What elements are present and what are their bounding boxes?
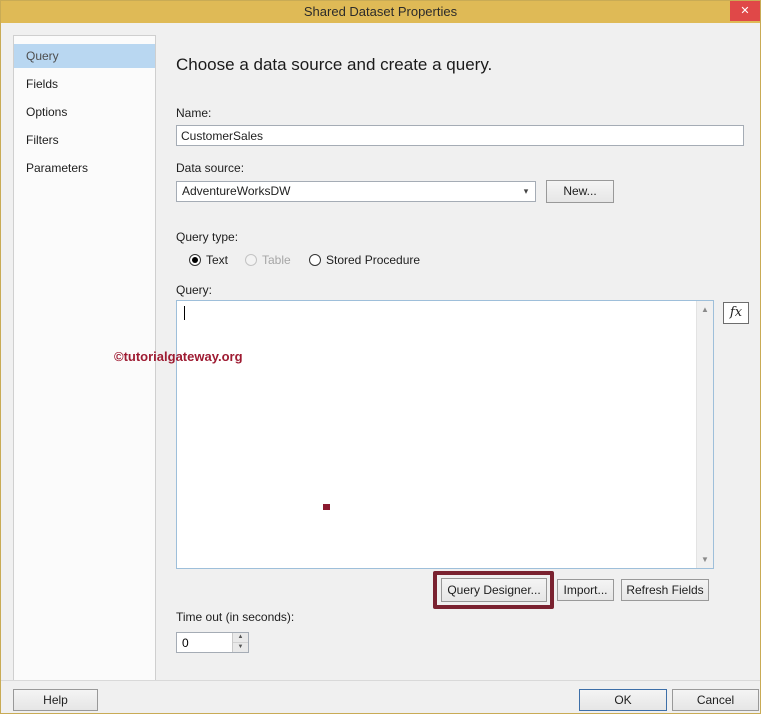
query-editor[interactable]: ▲ ▼ (176, 300, 714, 569)
spinner-down-icon[interactable]: ▼ (233, 642, 248, 652)
window-title: Shared Dataset Properties (303, 4, 458, 19)
query-scrollbar[interactable]: ▲ ▼ (696, 301, 713, 568)
titlebar[interactable]: Shared Dataset Properties (1, 1, 760, 23)
query-type-label: Query type: (176, 230, 239, 244)
annotation-square (323, 504, 330, 510)
spinner-buttons: ▲ ▼ (232, 633, 248, 652)
radio-table[interactable]: Table (245, 253, 291, 267)
radio-text-label: Text (206, 253, 229, 267)
sidebar-item-query[interactable]: Query (14, 44, 155, 68)
refresh-fields-button[interactable]: Refresh Fields (621, 579, 709, 601)
timeout-spinner: ▲ ▼ (176, 632, 249, 653)
data-source-value: AdventureWorksDW (182, 184, 291, 198)
sidebar-item-fields[interactable]: Fields (14, 72, 155, 96)
radio-button-icon (245, 254, 257, 266)
watermark: ©tutorialgateway.org (114, 349, 243, 364)
sidebar-item-options[interactable]: Options (14, 100, 155, 124)
radio-stored-procedure-label: Stored Procedure (326, 253, 421, 267)
data-source-dropdown[interactable]: AdventureWorksDW ▾ (176, 181, 536, 202)
import-button[interactable]: Import... (557, 579, 614, 601)
sidebar-item-filters[interactable]: Filters (14, 128, 155, 152)
expression-fx-button[interactable]: fx (723, 302, 749, 324)
name-input[interactable] (176, 125, 744, 146)
close-button[interactable]: ✕ (730, 1, 760, 21)
query-designer-button[interactable]: Query Designer... (441, 578, 547, 602)
chevron-down-icon: ▾ (523, 186, 529, 196)
scroll-down-icon[interactable]: ▼ (697, 551, 713, 568)
timeout-label: Time out (in seconds): (176, 610, 295, 624)
close-icon: ✕ (740, 5, 750, 17)
help-button[interactable]: Help (13, 689, 98, 711)
ok-button[interactable]: OK (579, 689, 667, 711)
sidebar-item-parameters[interactable]: Parameters (14, 156, 155, 180)
page-title: Choose a data source and create a query. (176, 55, 493, 74)
timeout-input[interactable] (177, 633, 231, 652)
query-label: Query: (176, 283, 213, 297)
shared-dataset-properties-dialog: Shared Dataset Properties ✕ Query Fields… (0, 0, 761, 714)
radio-button-icon (309, 254, 321, 266)
radio-button-icon (189, 254, 201, 266)
spinner-up-icon[interactable]: ▲ (233, 633, 248, 643)
scroll-up-icon[interactable]: ▲ (697, 301, 713, 318)
radio-table-label: Table (262, 253, 291, 267)
text-caret (184, 306, 185, 320)
footer-divider (1, 680, 760, 681)
name-label: Name: (176, 106, 212, 120)
data-source-label: Data source: (176, 161, 245, 175)
new-data-source-button[interactable]: New... (546, 180, 614, 203)
radio-stored-procedure[interactable]: Stored Procedure (309, 253, 420, 267)
radio-text[interactable]: Text (189, 253, 228, 267)
cancel-button[interactable]: Cancel (672, 689, 759, 711)
